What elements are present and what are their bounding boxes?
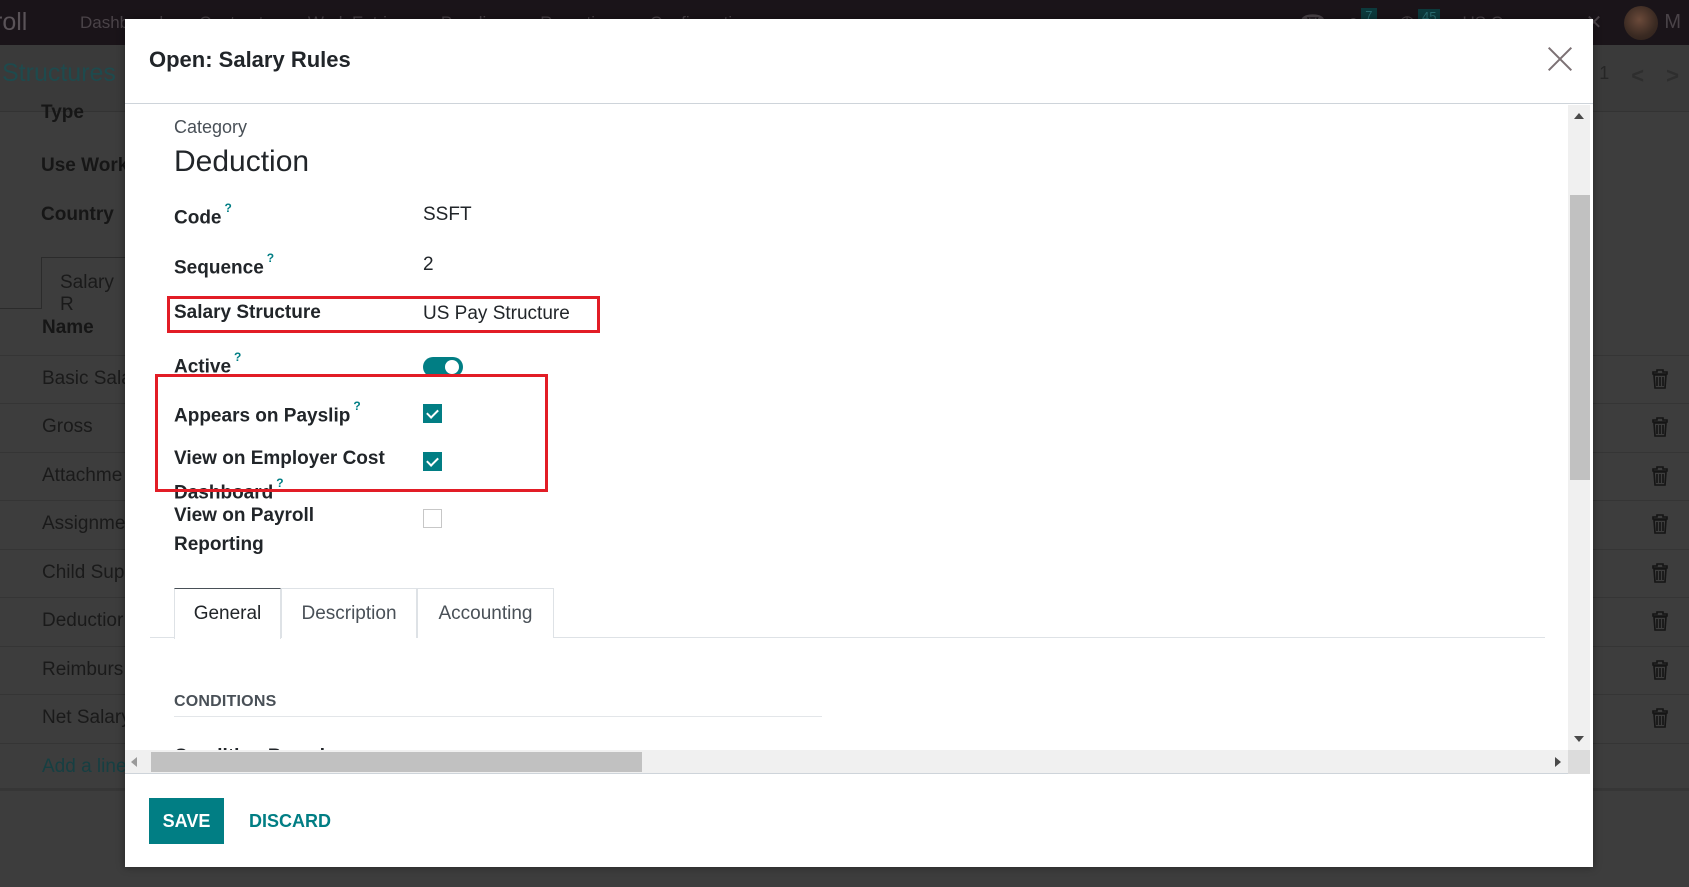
vertical-scrollbar[interactable] — [1568, 105, 1590, 750]
scroll-down-icon[interactable] — [1574, 736, 1584, 742]
close-icon[interactable] — [1547, 46, 1573, 72]
pager-next-icon[interactable]: > — [1666, 63, 1679, 89]
trash-icon[interactable] — [1652, 660, 1668, 680]
row-name: Deductior — [42, 610, 124, 631]
pager: 1 < > — [1599, 63, 1679, 89]
scroll-up-icon[interactable] — [1574, 113, 1584, 119]
salary-structure-label: Salary Structure — [174, 302, 321, 323]
bg-field-type: Type — [41, 102, 84, 123]
notebook-tabs: General Description Accounting — [150, 588, 1545, 639]
conditions-section-title: CONDITIONS — [174, 693, 277, 710]
bg-list-header-name[interactable]: Name — [42, 317, 94, 339]
help-icon[interactable]: ? — [234, 350, 241, 364]
code-label: Code? — [174, 198, 232, 232]
category-value[interactable]: Deduction — [174, 145, 309, 179]
section-divider — [174, 716, 822, 717]
row-name: Assignme — [42, 513, 126, 534]
payroll-reporting-label-line2: Reporting — [174, 534, 264, 555]
help-icon[interactable]: ? — [225, 201, 232, 215]
tab-description[interactable]: Description — [281, 588, 417, 638]
dialog-header: Open: Salary Rules — [125, 19, 1593, 104]
add-line-link[interactable]: Add a line — [42, 756, 127, 778]
sequence-label-text: Sequence — [174, 257, 264, 279]
pager-value[interactable]: 1 — [1599, 63, 1609, 89]
row-name: Net Salary — [42, 707, 131, 728]
row-name: Basic Sala — [42, 368, 132, 389]
row-name: Reimburs — [42, 659, 124, 680]
employer-cost-label-line1: View on Employer Cost — [174, 448, 385, 469]
dialog-footer: SAVE DISCARD — [125, 775, 1593, 867]
bg-tab-salary-rules[interactable]: Salary R — [41, 257, 131, 315]
active-label: Active? — [174, 347, 241, 381]
row-name: Attachme — [42, 465, 123, 486]
user-avatar[interactable] — [1624, 5, 1659, 40]
help-icon[interactable]: ? — [353, 399, 360, 413]
dialog-body: Category Deduction Code? SSFT Sequence? … — [125, 105, 1569, 750]
bg-tab-divider — [0, 308, 41, 309]
help-icon[interactable]: ? — [267, 251, 274, 265]
scroll-left-icon[interactable] — [131, 757, 137, 767]
trash-icon[interactable] — [1652, 708, 1668, 728]
trash-icon[interactable] — [1652, 466, 1668, 486]
salary-rule-dialog: Open: Salary Rules Category Deduction Co… — [125, 19, 1593, 867]
trash-icon[interactable] — [1652, 417, 1668, 437]
appears-on-payslip-checkbox[interactable] — [423, 404, 442, 423]
row-name: Child Sup — [42, 562, 125, 583]
active-label-text: Active — [174, 356, 232, 378]
code-field[interactable]: SSFT — [423, 200, 472, 229]
bg-field-use-work: Use Work — [41, 155, 129, 176]
dialog-title: Open: Salary Rules — [149, 47, 351, 72]
scroll-right-icon[interactable] — [1555, 757, 1561, 767]
breadcrumb[interactable]: Structures — [2, 59, 116, 88]
user-name[interactable]: M — [1664, 11, 1681, 34]
pager-previous-icon[interactable]: < — [1631, 63, 1644, 89]
code-label-text: Code — [174, 207, 222, 229]
discard-button[interactable]: DISCARD — [243, 798, 337, 844]
horizontal-scroll-thumb[interactable] — [151, 752, 642, 772]
salary-structure-field[interactable]: US Pay Structure — [423, 299, 570, 328]
trash-icon[interactable] — [1652, 514, 1668, 534]
trash-icon[interactable] — [1652, 563, 1668, 583]
save-button[interactable]: SAVE — [149, 798, 224, 844]
horizontal-scrollbar[interactable] — [125, 750, 1569, 774]
vertical-scroll-thumb[interactable] — [1570, 195, 1590, 480]
sequence-label: Sequence? — [174, 248, 274, 282]
payroll-reporting-checkbox[interactable] — [423, 509, 442, 528]
appears-on-payslip-label-text: Appears on Payslip — [174, 405, 351, 427]
category-label: Category — [174, 117, 248, 137]
active-toggle[interactable] — [423, 357, 463, 377]
employer-cost-label: View on Employer Cost Dashboard? — [174, 444, 385, 507]
appears-on-payslip-label: Appears on Payslip? — [174, 396, 361, 430]
scrollbar-corner — [1568, 750, 1590, 774]
tab-general[interactable]: General — [174, 588, 281, 639]
trash-icon[interactable] — [1652, 611, 1668, 631]
app-name[interactable]: roll — [0, 8, 54, 37]
condition-based-on-label: Condition Based on — [174, 742, 353, 750]
employer-cost-checkbox[interactable] — [423, 452, 442, 471]
payroll-reporting-label-line1: View on Payroll — [174, 505, 315, 526]
row-name: Gross — [42, 416, 93, 437]
tab-accounting[interactable]: Accounting — [417, 588, 554, 638]
help-icon[interactable]: ? — [276, 476, 283, 490]
payroll-reporting-label: View on Payroll Reporting — [174, 501, 314, 559]
bg-field-country: Country — [41, 204, 114, 225]
trash-icon[interactable] — [1652, 369, 1668, 389]
sequence-field[interactable]: 2 — [423, 250, 434, 279]
